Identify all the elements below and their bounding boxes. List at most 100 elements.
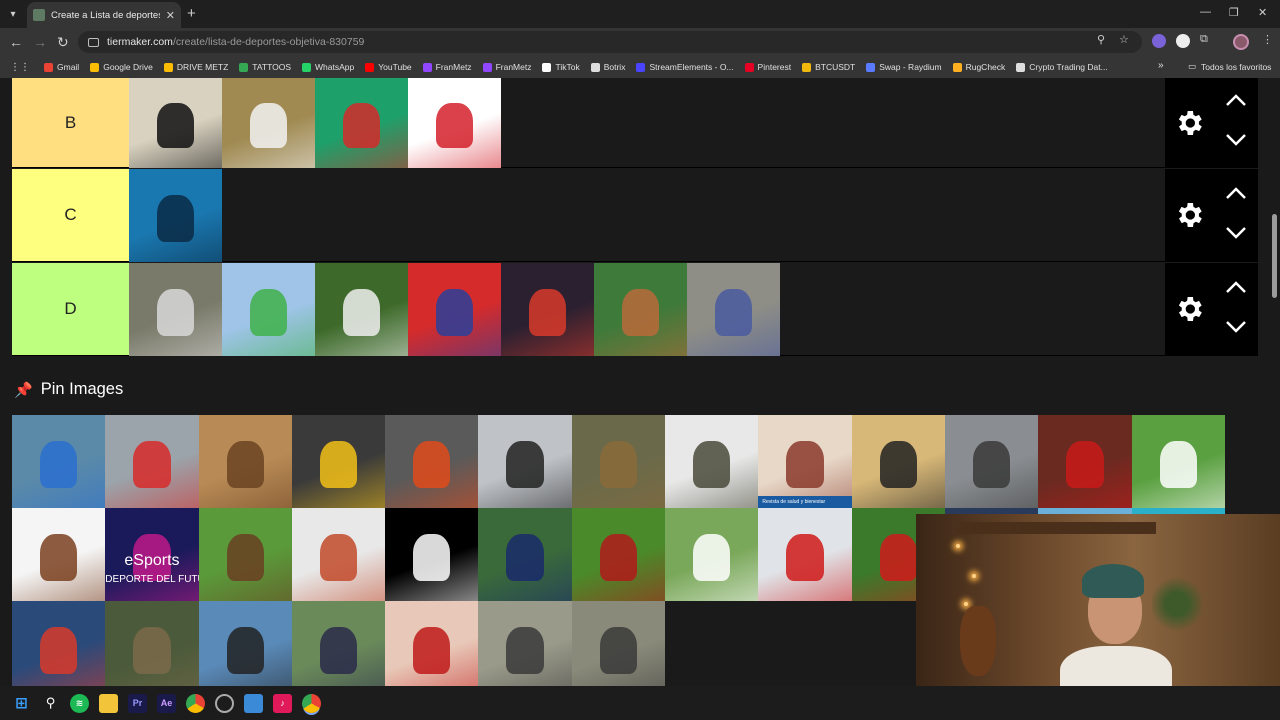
sport-image-golf[interactable] [665,508,759,601]
bookmark-item[interactable]: Google Drive [90,62,153,72]
obs-icon[interactable] [215,693,234,713]
sport-image-street-race[interactable] [571,601,666,692]
sport-image-bodybuilding[interactable] [12,508,106,601]
sport-image-equestrian[interactable] [198,508,292,601]
sport-image-american-football[interactable] [478,508,572,601]
bookmark-item[interactable]: TATTOOS [239,62,291,72]
spotify-icon[interactable]: ≋ [70,693,89,713]
bookmark-item[interactable]: Botrix [590,62,625,72]
extension-icon[interactable] [1176,34,1190,48]
sport-image-paintball[interactable] [129,263,222,356]
sport-image-padel[interactable] [12,601,106,692]
bookmark-item[interactable]: RugCheck [952,62,1005,72]
sport-image-scuba-diving[interactable] [129,169,222,262]
sport-image-climbing[interactable] [291,508,386,601]
apps-grid-icon[interactable]: ⋮⋮ [10,62,30,73]
extensions-puzzle-icon[interactable]: ⧉ [1200,33,1208,46]
site-info-icon[interactable] [88,37,99,47]
windows-start-icon[interactable]: ⊞ [12,694,31,713]
all-bookmarks-folder[interactable]: ▭ Todos los favoritos [1188,61,1271,72]
sport-image-bullfighting[interactable] [1038,415,1132,508]
zoom-icon[interactable]: ⚲ [1097,33,1105,46]
sport-image-hang-gliding[interactable] [222,263,315,356]
sport-image-kayak[interactable] [12,415,106,508]
sport-image-touring-cars[interactable] [291,415,386,508]
tab-search-chevron-icon[interactable]: ▾ [4,5,22,23]
bookmark-item[interactable]: Swap - Raydium [866,62,942,72]
capcut-icon[interactable]: ♪ [273,693,292,713]
sport-image-soldiers[interactable] [105,601,199,692]
sport-image-badminton[interactable] [315,263,408,356]
bookmark-item[interactable]: BTCUSDT [802,62,855,72]
sport-image-motogp[interactable] [385,415,479,508]
active-tab[interactable]: Create a Lista de deportes (obje ✕ [27,2,181,28]
bookmark-item[interactable]: FranMetz [482,62,531,72]
file-explorer-icon[interactable] [99,693,118,713]
new-tab-plus-icon[interactable]: + [187,5,196,22]
forward-arrow-icon[interactable]: → [33,34,47,50]
sport-image-chess[interactable] [129,78,222,168]
move-up-chevron-icon[interactable] [1225,91,1247,112]
extension-icon[interactable] [1152,34,1166,48]
sport-image-esports[interactable]: eSports DEPORTE DEL FUTU [105,508,199,601]
search-icon[interactable]: ⚲ [41,694,60,713]
bookmark-item[interactable]: Pinterest [744,62,791,72]
sport-image-camel-racing[interactable] [198,415,292,508]
bookmark-item[interactable]: FranMetz [422,62,472,72]
bookmark-item[interactable]: WhatsApp [302,62,354,72]
bookmark-item[interactable]: YouTube [365,62,412,72]
app-icon[interactable] [244,693,263,713]
restore-icon[interactable]: ❐ [1229,6,1239,19]
premiere-icon[interactable]: Pr [128,693,147,713]
sport-image-bowling[interactable] [408,78,501,168]
tier-label[interactable]: C [12,169,129,261]
sport-image-handball-logo[interactable] [408,263,501,356]
move-up-chevron-icon[interactable] [1225,278,1247,299]
tier-label[interactable]: D [12,263,129,355]
bookmark-star-icon[interactable]: ☆ [1119,33,1129,46]
back-arrow-icon[interactable]: ← [9,34,23,50]
close-tab-icon[interactable]: ✕ [166,9,175,22]
reload-icon[interactable]: ↻ [57,34,69,50]
sport-image-cycling[interactable] [851,415,945,508]
move-down-chevron-icon[interactable] [1225,318,1247,339]
sport-image-ice-hockey[interactable] [758,508,852,601]
address-bar[interactable]: tiermaker.com/create/lista-de-deportes-o… [78,31,1142,53]
bookmark-item[interactable]: TikTok [542,62,580,72]
sport-image-running-shoes[interactable] [222,78,315,168]
bookmark-item[interactable]: StreamElements - O... [636,62,734,72]
settings-gear-icon[interactable] [1173,199,1205,231]
sport-image-fronton[interactable] [385,601,479,692]
move-down-chevron-icon[interactable] [1225,224,1247,245]
after-effects-icon[interactable]: Ae [157,693,176,713]
sport-image-soccer-kick[interactable] [571,508,666,601]
move-down-chevron-icon[interactable] [1225,131,1247,152]
more-bookmarks-icon[interactable]: » [1158,60,1164,71]
settings-gear-icon[interactable] [1173,107,1205,139]
profile-avatar[interactable] [1233,34,1249,50]
bookmark-item[interactable]: Gmail [44,62,79,72]
page-scrollbar[interactable] [1272,214,1277,298]
sport-image-canoe-slalom[interactable] [105,415,199,508]
sport-image-medieval-combat[interactable] [944,415,1039,508]
sport-image-billiards[interactable] [315,78,408,168]
sport-image-birds[interactable] [478,415,572,508]
move-up-chevron-icon[interactable] [1225,184,1247,205]
chrome-active-icon[interactable] [302,693,321,713]
sport-image-petanque[interactable] [687,263,780,356]
sport-image-cricket[interactable] [1131,415,1225,508]
sport-image-petanque-park[interactable] [478,601,572,692]
bookmark-item[interactable]: DRIVE METZ [163,62,228,72]
sport-image-baseball[interactable] [594,263,687,356]
kebab-menu-icon[interactable]: ⋮ [1262,33,1273,46]
bookmark-item[interactable]: Crypto Trading Dat... [1016,62,1108,72]
sport-image-hunting[interactable] [571,415,666,508]
sport-image-inline-skating[interactable] [291,601,386,692]
sport-image-fencing[interactable] [385,508,479,601]
sport-image-handball[interactable] [501,263,594,356]
chrome-icon[interactable] [186,693,205,713]
settings-gear-icon[interactable] [1173,293,1205,325]
sport-image-skydiving[interactable] [198,601,292,692]
close-window-icon[interactable]: ✕ [1258,6,1267,19]
sport-image-falconry[interactable] [665,415,759,508]
